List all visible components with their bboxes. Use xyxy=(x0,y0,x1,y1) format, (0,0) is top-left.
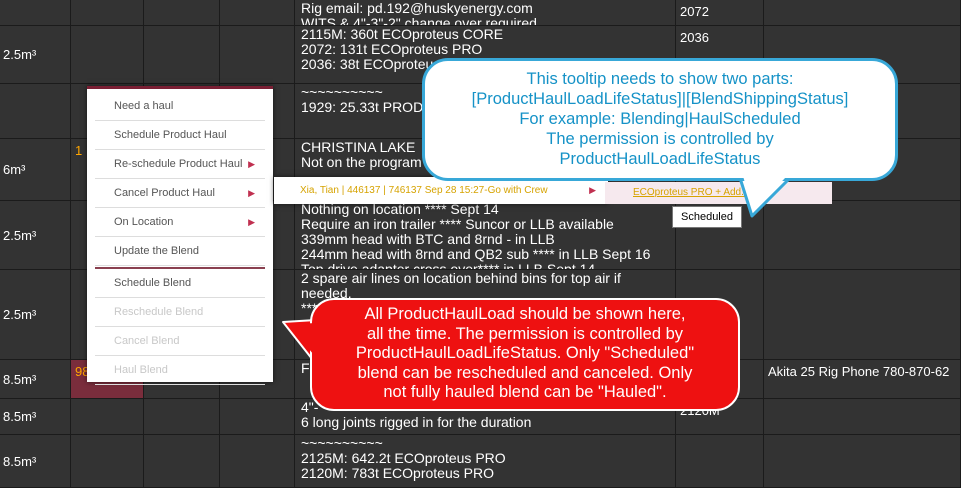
menu-item-label: Haul Blend xyxy=(114,364,168,376)
table-cell[interactable] xyxy=(764,435,961,488)
table-cell[interactable] xyxy=(144,399,220,435)
menu-item-label: Need a haul xyxy=(114,100,174,112)
chevron-right-icon: ▶ xyxy=(248,188,255,198)
table-cell[interactable] xyxy=(71,399,144,435)
volume-cell[interactable]: 8.5m³ xyxy=(0,435,71,488)
notes-cell[interactable]: Nothing on location **** Sept 14 Require… xyxy=(295,201,676,270)
menu-item-reschedule-blend: Reschedule Blend xyxy=(95,298,265,327)
menu-item-cancel-blend: Cancel Blend xyxy=(95,327,265,356)
menu-item-on-location[interactable]: On Location ▶ xyxy=(95,208,265,237)
product-haul-load-link[interactable]: ECOproteus PRO + Add... - 18t xyxy=(605,182,832,204)
table-cell[interactable] xyxy=(220,399,295,435)
volume-cell[interactable]: 2.5m³ xyxy=(0,270,71,360)
volume-cell[interactable]: 2.5m³ xyxy=(0,26,71,84)
notes-cell[interactable]: ~~~~~~~~~~ 2125M: 642.2t ECOproteus PRO … xyxy=(295,435,676,488)
volume-cell[interactable] xyxy=(0,0,71,26)
notes-cell[interactable]: Rig email: pd.192@huskyenergy.com WITS &… xyxy=(295,0,676,26)
chevron-right-icon: ▶ xyxy=(248,159,255,169)
menu-item-haul-blend: Haul Blend xyxy=(95,356,265,385)
table-row: 8.5m³ ~~~~~~~~~~ 2125M: 642.2t ECOproteus… xyxy=(0,435,961,488)
menu-item-need-a-haul[interactable]: Need a haul xyxy=(95,92,265,121)
table-cell[interactable] xyxy=(764,270,961,360)
table-cell[interactable]: Akita 25 Rig Phone 780-870-62 xyxy=(764,360,961,399)
table-cell[interactable] xyxy=(764,0,961,26)
blue-annotation-callout: This tooltip needs to show two parts: [P… xyxy=(422,58,898,181)
menu-item-label: Re-schedule Product Haul xyxy=(114,158,243,170)
table-cell[interactable] xyxy=(220,0,295,26)
menu-item-schedule-blend[interactable]: Schedule Blend xyxy=(95,269,265,298)
table-cell[interactable] xyxy=(71,435,144,488)
menu-item-label: Schedule Product Haul xyxy=(114,129,227,141)
table-cell[interactable] xyxy=(144,26,220,84)
menu-item-update-the-blend[interactable]: Update the Blend xyxy=(95,237,265,266)
submenu-load-label: Xia, Tian | 446137 | 746137 Sep 28 15:27… xyxy=(300,185,548,196)
menu-item-schedule-product-haul[interactable]: Schedule Product Haul xyxy=(95,121,265,150)
context-menu: Need a haul Schedule Product Haul Re-sched… xyxy=(87,86,273,385)
menu-item-label: Cancel Blend xyxy=(114,335,180,347)
table-cell[interactable] xyxy=(144,0,220,26)
table-row: Rig email: pd.192@huskyenergy.com WITS &… xyxy=(0,0,961,26)
table-cell[interactable] xyxy=(220,26,295,84)
volume-cell[interactable]: 8.5m³ xyxy=(0,399,71,435)
table-cell[interactable] xyxy=(676,435,764,488)
menu-item-cancel-product-haul[interactable]: Cancel Product Haul ▶ xyxy=(95,179,265,208)
table-cell[interactable] xyxy=(144,435,220,488)
table-cell[interactable]: 2072 xyxy=(676,0,764,26)
menu-item-label: Reschedule Blend xyxy=(114,306,204,318)
menu-item-label: Update the Blend xyxy=(114,245,200,257)
menu-item-label: On Location xyxy=(114,216,174,228)
menu-item-label: Cancel Product Haul xyxy=(114,187,215,199)
table-cell[interactable] xyxy=(764,201,961,270)
table-cell[interactable] xyxy=(220,435,295,488)
status-tooltip: Scheduled xyxy=(672,206,742,228)
menu-item-re-schedule-product-haul[interactable]: Re-schedule Product Haul ▶ xyxy=(95,150,265,179)
volume-cell[interactable]: 6m³ xyxy=(0,139,71,201)
menu-item-label: Schedule Blend xyxy=(114,277,192,289)
red-annotation-callout: All ProductHaulLoad should be shown here… xyxy=(310,298,740,411)
table-cell[interactable] xyxy=(764,399,961,435)
volume-cell[interactable] xyxy=(0,84,71,139)
volume-cell[interactable]: 2.5m³ xyxy=(0,201,71,270)
volume-cell[interactable]: 8.5m³ xyxy=(0,360,71,399)
submenu-load-item[interactable]: Xia, Tian | 446137 | 746137 Sep 28 15:27… xyxy=(274,177,608,204)
chevron-right-icon: ▶ xyxy=(589,185,596,195)
table-cell[interactable] xyxy=(71,26,144,84)
table-cell[interactable] xyxy=(71,0,144,26)
chevron-right-icon: ▶ xyxy=(248,217,255,227)
